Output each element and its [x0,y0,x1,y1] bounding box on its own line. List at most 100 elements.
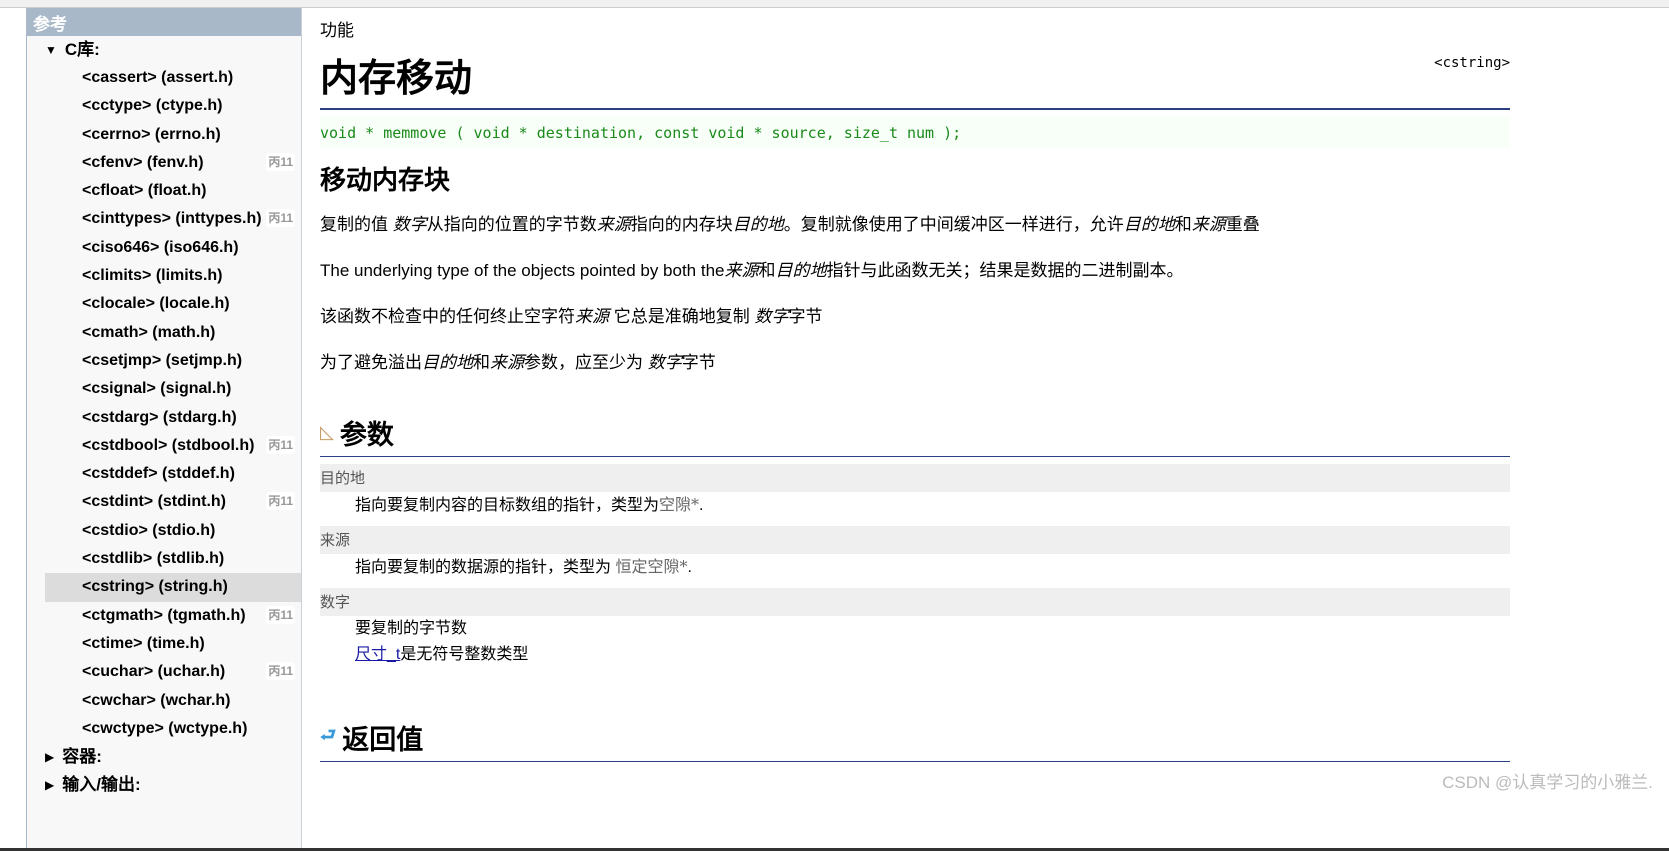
cpp11-badge: 丙11 [266,662,295,681]
category-c-library[interactable]: ▼ C库: [27,36,301,64]
param-name: 来源 [320,526,1510,554]
sidebar-item[interactable]: <cstdarg> (stdarg.h) [45,404,301,432]
sidebar-item-label: <cstdint> (stdint.h) [82,493,226,511]
sidebar-item[interactable]: <cstddef> (stddef.h) [45,460,301,488]
text-segment: 目的地 [422,353,473,372]
text-segment: 和 [758,261,776,280]
text-segment: 数字 [754,307,789,326]
param-end: . [687,559,692,576]
subtitle: 移动内存块 [320,165,451,195]
description-paragraph: 为了避免溢出目的地和来源参数，应至少为 数字字节 [320,351,1510,375]
text-segment: 来源 [575,307,609,326]
sidebar-item-label: <cmath> (math.h) [82,323,216,341]
text-segment: 指向的内存块 [630,215,733,234]
text-segment: 目的地 [732,215,784,234]
sidebar-item-label: <cctype> (ctype.h) [82,97,223,115]
sidebar-item-label: <cstdbool> (stdbool.h) [82,436,255,454]
sidebar-item-label: <ciso646> (iso646.h) [82,238,239,256]
sidebar: 参考 ▼ C库: <cassert> (assert.h) <cctype> (ct… [26,8,302,851]
sidebar-collapsed-category[interactable]: ▶ 容器: [27,743,301,771]
sidebar-item[interactable]: <csignal> (signal.h) [45,375,301,403]
text-segment: 来源 [490,353,524,372]
sidebar-item[interactable]: <cwchar> (wchar.h) [45,687,301,715]
sidebar-item[interactable]: <cmath> (math.h) [45,319,301,347]
sidebar-item-label: <cstdarg> (stdarg.h) [82,408,237,426]
header-lib: <cstring> [1434,55,1510,71]
page-title: 内存移动 [320,47,1510,110]
return-heading: ⮐ 返回值 [320,718,1510,762]
text-segment: 从指向的位置的字节数 [426,215,597,234]
text-segment: 数字 [647,353,682,372]
text-segment: 该函数不检查中的任何终止空字符 [320,307,575,326]
sidebar-item-label: <cstring> (string.h) [82,578,228,596]
sidebar-item[interactable]: <cfloat> (float.h) [45,177,301,205]
param-description: 指向要复制的数据源的指针，类型为 恒定空隙*. [320,554,1510,581]
sidebar-item[interactable]: <clocale> (locale.h) [45,290,301,318]
param-type: 恒定空隙* [615,557,688,576]
sidebar-item-label: <cinttypes> (inttypes.h) [82,210,262,228]
params-heading: ◺ 参数 [320,413,1510,457]
param-end: . [699,497,704,514]
sidebar-item-label: <cfenv> (fenv.h) [82,153,204,171]
size-t-link[interactable]: 尺寸_t [355,646,400,663]
sidebar-item[interactable]: <ctgmath> (tgmath.h) 丙11 [45,602,301,630]
return-title: 返回值 [342,725,424,755]
sidebar-item-label: <cstdio> (stdio.h) [82,521,216,539]
text-segment: 指针与此函数无关；结果是数据的二进制副本。 [826,261,1184,280]
text-segment: 它总是准确地复制 [609,307,755,326]
category-label: C库: [64,40,100,59]
sidebar-item[interactable]: <cctype> (ctype.h) [45,92,301,120]
sidebar-item[interactable]: <cuchar> (uchar.h) 丙11 [45,658,301,686]
sidebar-item[interactable]: <cassert> (assert.h) [45,64,301,92]
set-square-icon: ◺ [320,422,334,442]
cpp11-badge: 丙11 [266,492,295,511]
sidebar-item[interactable]: <ctime> (time.h) [45,630,301,658]
sidebar-item[interactable]: <cstdbool> (stdbool.h) 丙11 [45,432,301,460]
text-segment: 重叠 [1225,215,1260,234]
sidebar-item[interactable]: <csetjmp> (setjmp.h) [45,347,301,375]
param-description: 要复制的字节数 [320,616,1510,642]
browser-top-bar [0,0,1669,8]
text-segment: The underlying type of the objects point… [320,261,725,280]
sidebar-item-label: <cfloat> (float.h) [82,182,207,200]
params-title: 参数 [339,420,394,450]
sidebar-item[interactable]: <cstdio> (stdio.h) [45,517,301,545]
text-segment: 为了避免溢出 [320,353,422,372]
sidebar-collapsed-category[interactable]: ▶ 输入/输出: [27,771,301,799]
sidebar-item-label: <cwctype> (wctype.h) [82,719,248,737]
text-segment: 来源 [1191,215,1226,234]
sidebar-item[interactable]: <cfenv> (fenv.h) 丙11 [45,149,301,177]
text-segment: 目的地 [1123,215,1175,234]
main-content: 功能 内存移动 <cstring> void * memmove ( void … [320,8,1510,762]
sidebar-item-label: <cwchar> (wchar.h) [82,691,231,709]
sidebar-item[interactable]: <cwctype> (wctype.h) [45,715,301,743]
watermark: CSDN @认真学习的小雅兰. [1442,773,1653,792]
cpp11-badge: 丙11 [266,605,295,624]
param-name: 目的地 [320,464,1510,492]
sidebar-item-label: <csetjmp> (setjmp.h) [82,351,243,369]
sidebar-item[interactable]: <climits> (limits.h) [45,262,301,290]
param-desc-text: 是无符号整数类型 [400,646,529,663]
sidebar-item[interactable]: <cstdint> (stdint.h) 丙11 [45,488,301,516]
category-label: 容器: [62,747,102,767]
param-type: 空隙* [659,495,700,514]
param-desc-text: 要复制的字节数 [355,620,468,637]
sidebar-item[interactable]: <cstdlib> (stdlib.h) [45,545,301,573]
text-segment: 来源 [724,261,759,280]
sidebar-item[interactable]: <cerrno> (errno.h) [45,121,301,149]
text-segment: 字节 [681,353,716,372]
triangle-right-icon: ▶ [45,778,55,793]
description-paragraph: 复制的值 数字从指向的位置的字节数来源指向的内存块目的地。复制就像使用了中间缓冲… [320,213,1510,237]
sidebar-item[interactable]: <cinttypes> (inttypes.h) 丙11 [45,205,301,233]
cpp11-badge: 丙11 [266,152,295,171]
sidebar-item-label: <clocale> (locale.h) [82,295,230,313]
text-segment: 。复制就像使用了中间缓冲区一样进行，允许 [783,215,1124,234]
text-segment: 参数，应至少为 [524,353,648,372]
text-segment: 和 [473,353,490,372]
sidebar-item-label: <csignal> (signal.h) [82,380,232,398]
sidebar-item[interactable]: <cstring> (string.h) [45,573,301,602]
text-segment: 字节 [788,307,823,326]
sidebar-item[interactable]: <ciso646> (iso646.h) [45,234,301,262]
description-paragraph: The underlying type of the objects point… [320,259,1510,283]
sidebar-item-label: <climits> (limits.h) [82,267,223,285]
